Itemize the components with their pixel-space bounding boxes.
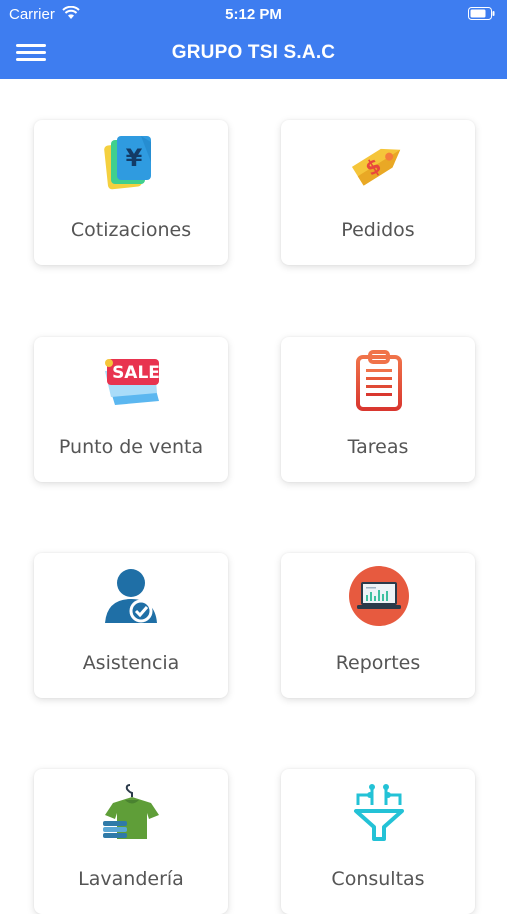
module-card-reportes[interactable]: Reportes: [281, 553, 475, 698]
page-title: GRUPO TSI S.A.C: [171, 42, 336, 63]
clipboard-icon: [348, 349, 410, 411]
user-check-icon: [101, 565, 163, 627]
module-label: Tareas: [347, 436, 409, 458]
module-card-asistencia[interactable]: Asistencia: [34, 553, 228, 698]
module-card-pedidos[interactable]: $ Pedidos: [281, 120, 475, 265]
module-label: Lavandería: [78, 868, 184, 890]
module-label: Asistencia: [82, 652, 180, 674]
module-label: Consultas: [331, 868, 425, 890]
sale-tag-icon: SALE: [101, 349, 163, 411]
status-time: 5:12 PM: [225, 6, 282, 23]
laptop-chart-icon: [348, 565, 410, 627]
module-card-punto-de-venta[interactable]: SALE Punto de venta: [34, 337, 228, 482]
module-card-cotizaciones[interactable]: ¥ Cotizaciones: [34, 120, 228, 265]
nav-bar: GRUPO TSI S.A.C: [0, 28, 507, 79]
module-card-tareas[interactable]: Tareas: [281, 337, 475, 482]
price-tag-icon: $: [348, 132, 410, 194]
module-card-lavanderia[interactable]: Lavandería: [34, 769, 228, 914]
module-label: Reportes: [335, 652, 421, 674]
sale-text: SALE: [112, 363, 160, 383]
funnel-icon: [348, 781, 410, 843]
module-label: Cotizaciones: [70, 219, 192, 241]
module-card-consultas[interactable]: Consultas: [281, 769, 475, 914]
module-label: Punto de venta: [58, 436, 204, 458]
module-label: Pedidos: [341, 219, 415, 241]
battery-icon: [468, 7, 495, 24]
laundry-shirt-icon: [101, 781, 163, 843]
yen-symbol: ¥: [126, 144, 143, 172]
status-bar: Carrier 5:12 PM: [0, 0, 507, 28]
banknote-icon: ¥: [101, 132, 163, 194]
